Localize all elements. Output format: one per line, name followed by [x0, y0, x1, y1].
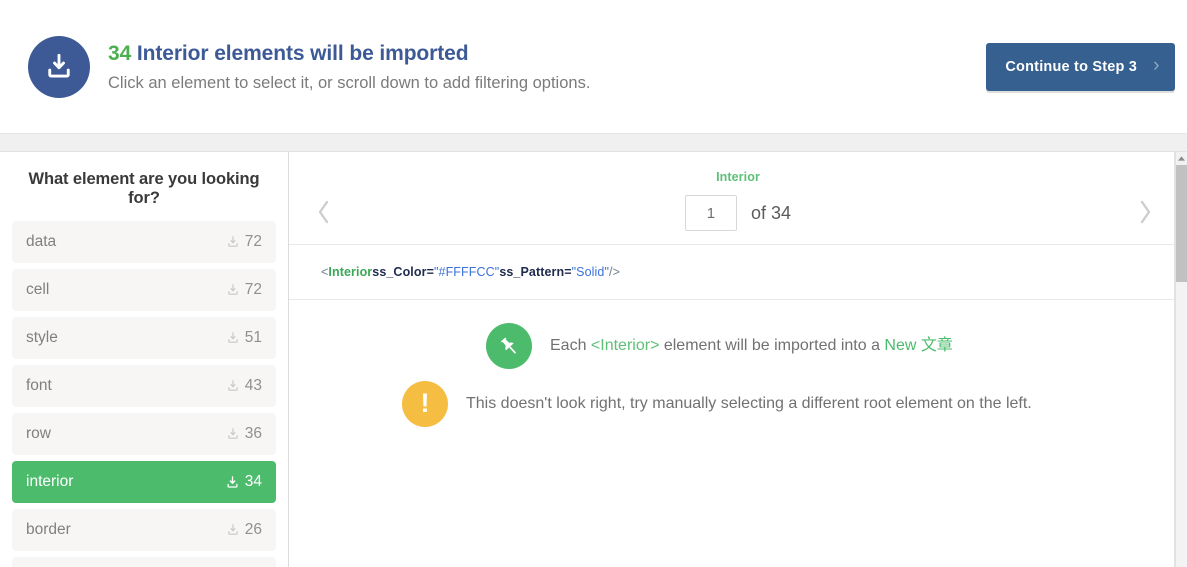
- msg-text-middle: element will be imported into a: [659, 337, 885, 354]
- sidebar-item-meta: 26: [226, 521, 262, 539]
- sidebar-item-label: cell: [26, 281, 50, 298]
- element-xml-snippet: < Interior ss_Color= "#FFFFCC" ss_Pattern=…: [289, 245, 1187, 300]
- sidebar-item-label: border: [26, 521, 71, 538]
- warning-message: ! This doesn't look right, try manually …: [289, 381, 1187, 427]
- scroll-up-arrow-icon: [1178, 156, 1185, 161]
- xml-close-bracket: />: [609, 265, 620, 279]
- message-area: Each <Interior> element will be imported…: [289, 300, 1187, 427]
- sidebar-item-label: interior: [26, 473, 74, 490]
- sidebar-item-count: 72: [244, 281, 262, 298]
- pager-element-label: Interior: [716, 170, 760, 184]
- sidebar-title: What element are you looking for?: [28, 170, 260, 207]
- download-icon: [228, 284, 238, 295]
- element-pager: Interior of 34: [289, 152, 1187, 245]
- pager-total-label: of 34: [750, 202, 792, 223]
- sidebar-item-row[interactable]: row 36: [12, 413, 276, 455]
- next-element-button[interactable]: [1125, 190, 1165, 234]
- sidebar-item-count: 34: [244, 473, 262, 490]
- page-subtitle: Click an element to select it, or scroll…: [108, 74, 591, 92]
- page-header: 34 Interior elements will be imported Cl…: [0, 0, 1187, 133]
- sidebar-item-label: style: [26, 329, 58, 346]
- msg-element-name: <Interior>: [590, 337, 660, 354]
- xml-open-bracket: <: [321, 265, 329, 279]
- scroll-up-button[interactable]: [1176, 152, 1187, 165]
- page-number-input[interactable]: [684, 195, 737, 231]
- xml-value-2: "Solid": [571, 265, 610, 279]
- pager-center: of 34: [289, 195, 1187, 231]
- sidebar-item-label: data: [26, 233, 57, 250]
- vertical-scrollbar[interactable]: [1175, 152, 1187, 567]
- xml-attribute-2: ss_Pattern=: [499, 265, 572, 279]
- header-divider-band: [0, 133, 1187, 152]
- import-destination-text: Each <Interior> element will be imported…: [550, 334, 953, 358]
- exclamation-icon: !: [402, 381, 448, 427]
- page-title: 34 Interior elements will be imported: [108, 39, 986, 69]
- download-icon: [228, 428, 238, 439]
- sidebar-item-font[interactable]: font 43: [12, 365, 276, 407]
- continue-to-step-3-button[interactable]: Continue to Step 3 ›: [986, 42, 1175, 91]
- sidebar-item-count: 43: [244, 377, 262, 394]
- chevron-right-icon: ›: [1153, 55, 1160, 76]
- xml-attribute-1: ss_Color=: [372, 265, 434, 279]
- download-icon: [228, 380, 238, 391]
- sidebar-item-meta: 34: [225, 473, 262, 491]
- page-title-rest: Interior elements will be imported: [136, 42, 469, 65]
- warning-text: This doesn't look right, try manually se…: [466, 395, 1032, 412]
- sidebar-item-data[interactable]: data 72: [12, 221, 276, 263]
- element-preview-panel: Interior of 34 <Interior ss_Color="#FFFF…: [289, 152, 1187, 567]
- sidebar-item-count: 26: [244, 521, 262, 538]
- sidebar-item-label: row: [26, 425, 51, 442]
- download-circle-icon: [28, 35, 90, 98]
- sidebar-item-count: 36: [244, 425, 262, 442]
- sidebar-item-meta: 51: [226, 329, 262, 347]
- sidebar-item-meta: 72: [226, 233, 262, 251]
- element-sidebar: What element are you looking for? data 7…: [0, 152, 289, 567]
- sidebar-item-label: font: [26, 377, 52, 394]
- sidebar-item-meta: 36: [226, 425, 262, 443]
- download-icon: [228, 332, 238, 343]
- pushpin-icon: [486, 323, 532, 369]
- scrollbar-thumb[interactable]: [1176, 165, 1187, 282]
- sidebar-item-cell[interactable]: cell 72: [12, 269, 276, 311]
- download-icon: [227, 475, 238, 488]
- import-count: 34: [108, 42, 132, 65]
- chevron-right-icon: [1140, 200, 1150, 224]
- sidebar-item-border[interactable]: border 26: [12, 509, 276, 551]
- msg-destination-highlight: New 文章: [884, 337, 953, 354]
- sidebar-item-meta: 72: [226, 281, 262, 299]
- download-icon: [228, 524, 238, 535]
- sidebar-item-borders[interactable]: borders 11: [12, 557, 276, 567]
- sidebar-item-meta: 43: [226, 377, 262, 395]
- header-text-block: 34 Interior elements will be imported Cl…: [108, 37, 986, 96]
- continue-button-label: Continue to Step 3: [1005, 58, 1138, 75]
- xml-tag-name: Interior: [328, 265, 373, 279]
- exclamation-glyph: !: [420, 387, 430, 418]
- body-wrapper: What element are you looking for? data 7…: [0, 152, 1187, 567]
- sidebar-item-count: 72: [244, 233, 262, 250]
- msg-text-before: Each: [550, 337, 591, 354]
- xml-value-1: "#FFFFCC": [433, 265, 500, 279]
- import-destination-message: Each <Interior> element will be imported…: [289, 323, 1187, 369]
- sidebar-item-interior[interactable]: interior 34: [12, 461, 276, 503]
- sidebar-item-count: 51: [244, 329, 262, 346]
- download-icon: [228, 236, 238, 247]
- sidebar-item-style[interactable]: style 51: [12, 317, 276, 359]
